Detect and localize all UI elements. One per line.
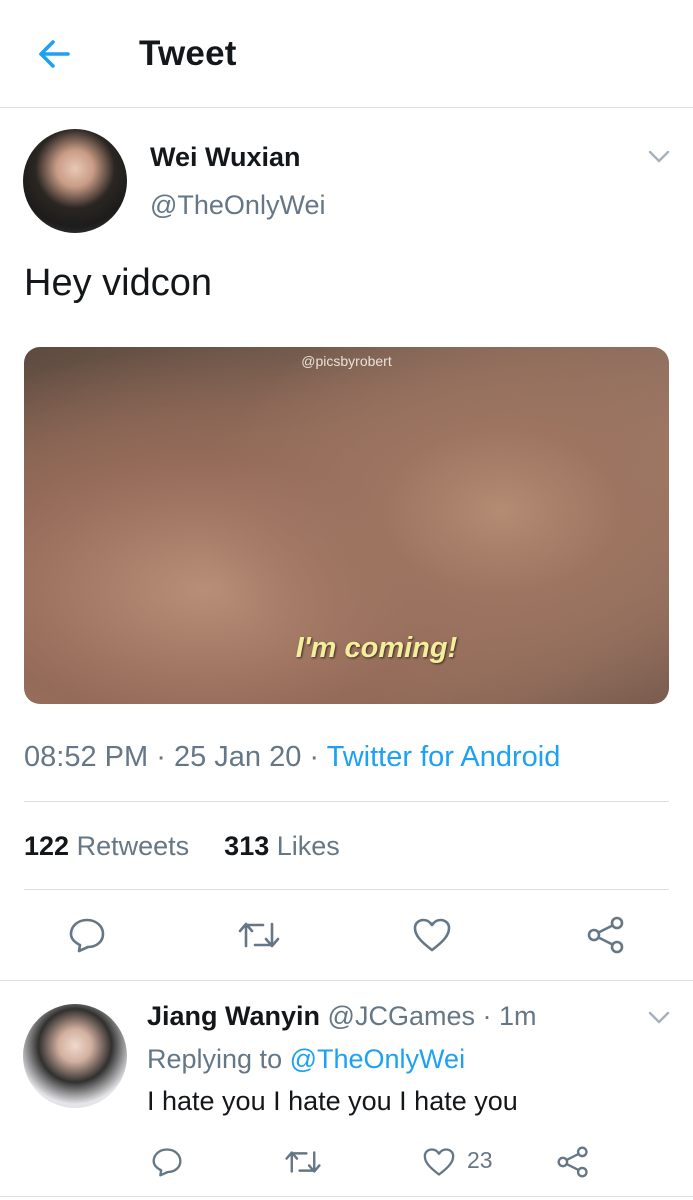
tweet-meta: 08:52 PM · 25 Jan 20 · Twitter for Andro… — [24, 741, 560, 774]
divider — [24, 889, 669, 890]
likes-count: 313 — [224, 831, 270, 861]
reply-options-button[interactable] — [646, 1008, 672, 1028]
reply-time: 1m — [499, 1001, 537, 1031]
tweet-options-button[interactable] — [646, 147, 672, 167]
reply-like-count: 23 — [467, 1147, 493, 1173]
tweet-source-link[interactable]: Twitter for Android — [327, 741, 561, 773]
retweet-icon — [238, 922, 280, 948]
media-watermark: @picsbyrobert — [301, 353, 392, 369]
likes-stat[interactable]: 313 Likes — [224, 831, 340, 861]
replying-to: Replying to @TheOnlyWei — [147, 1044, 465, 1075]
replying-to-prefix: Replying to — [147, 1044, 283, 1074]
reply-separator: · — [482, 1001, 492, 1031]
retweet-icon — [285, 1151, 321, 1173]
divider — [24, 801, 669, 802]
likes-label: Likes — [276, 831, 340, 861]
author-name[interactable]: Wei Wuxian — [150, 142, 301, 173]
share-icon — [557, 1146, 588, 1178]
reply-like-button[interactable] — [417, 1140, 461, 1184]
chevron-down-icon — [648, 1011, 670, 1024]
reply-retweet-button[interactable] — [281, 1140, 325, 1184]
retweet-button[interactable] — [237, 913, 281, 957]
meta-separator: · — [156, 741, 166, 773]
reply-header: Jiang Wanyin @JCGames · 1m — [147, 1001, 537, 1032]
reply-author-avatar[interactable] — [23, 1004, 127, 1108]
back-button[interactable] — [30, 30, 78, 78]
retweets-label: Retweets — [76, 831, 190, 861]
top-bar: Tweet — [0, 0, 693, 108]
arrow-left-icon — [39, 40, 70, 68]
author-handle[interactable]: @TheOnlyWei — [150, 190, 325, 221]
reply-icon — [152, 1148, 182, 1177]
reply-reply-button[interactable] — [145, 1140, 189, 1184]
reply-author-handle[interactable]: @JCGames — [328, 1001, 475, 1031]
reply-icon — [69, 918, 105, 953]
replying-to-mention[interactable]: @TheOnlyWei — [290, 1044, 465, 1074]
reply-share-button[interactable] — [551, 1140, 595, 1184]
reply-author-name[interactable]: Jiang Wanyin — [147, 1001, 320, 1031]
tweet-date: 25 Jan 20 — [173, 741, 302, 773]
meta-separator: · — [309, 741, 320, 773]
heart-icon — [423, 1148, 455, 1176]
retweets-stat[interactable]: 122 Retweets — [24, 831, 189, 861]
retweets-count: 122 — [24, 831, 70, 861]
like-button[interactable] — [410, 913, 454, 957]
share-button[interactable] — [584, 913, 628, 957]
tweet-text: Hey vidcon — [24, 262, 212, 304]
tweet-stats: 122 Retweets 313 Likes — [24, 831, 340, 862]
page-title: Tweet — [139, 34, 237, 73]
media-caption: I'm coming! — [295, 632, 458, 664]
section-divider — [0, 980, 693, 981]
tweet-actions — [0, 905, 693, 965]
reply-button[interactable] — [65, 913, 109, 957]
heart-icon — [413, 918, 451, 952]
reply-text: I hate you I hate you I hate you — [147, 1086, 518, 1116]
tweet-time: 08:52 PM — [24, 741, 149, 773]
section-divider — [0, 1196, 693, 1197]
author-avatar[interactable] — [23, 129, 127, 233]
chevron-down-icon — [648, 150, 670, 163]
tweet-media-image[interactable]: @picsbyrobert I'm coming! — [24, 347, 669, 704]
share-icon — [587, 916, 624, 954]
